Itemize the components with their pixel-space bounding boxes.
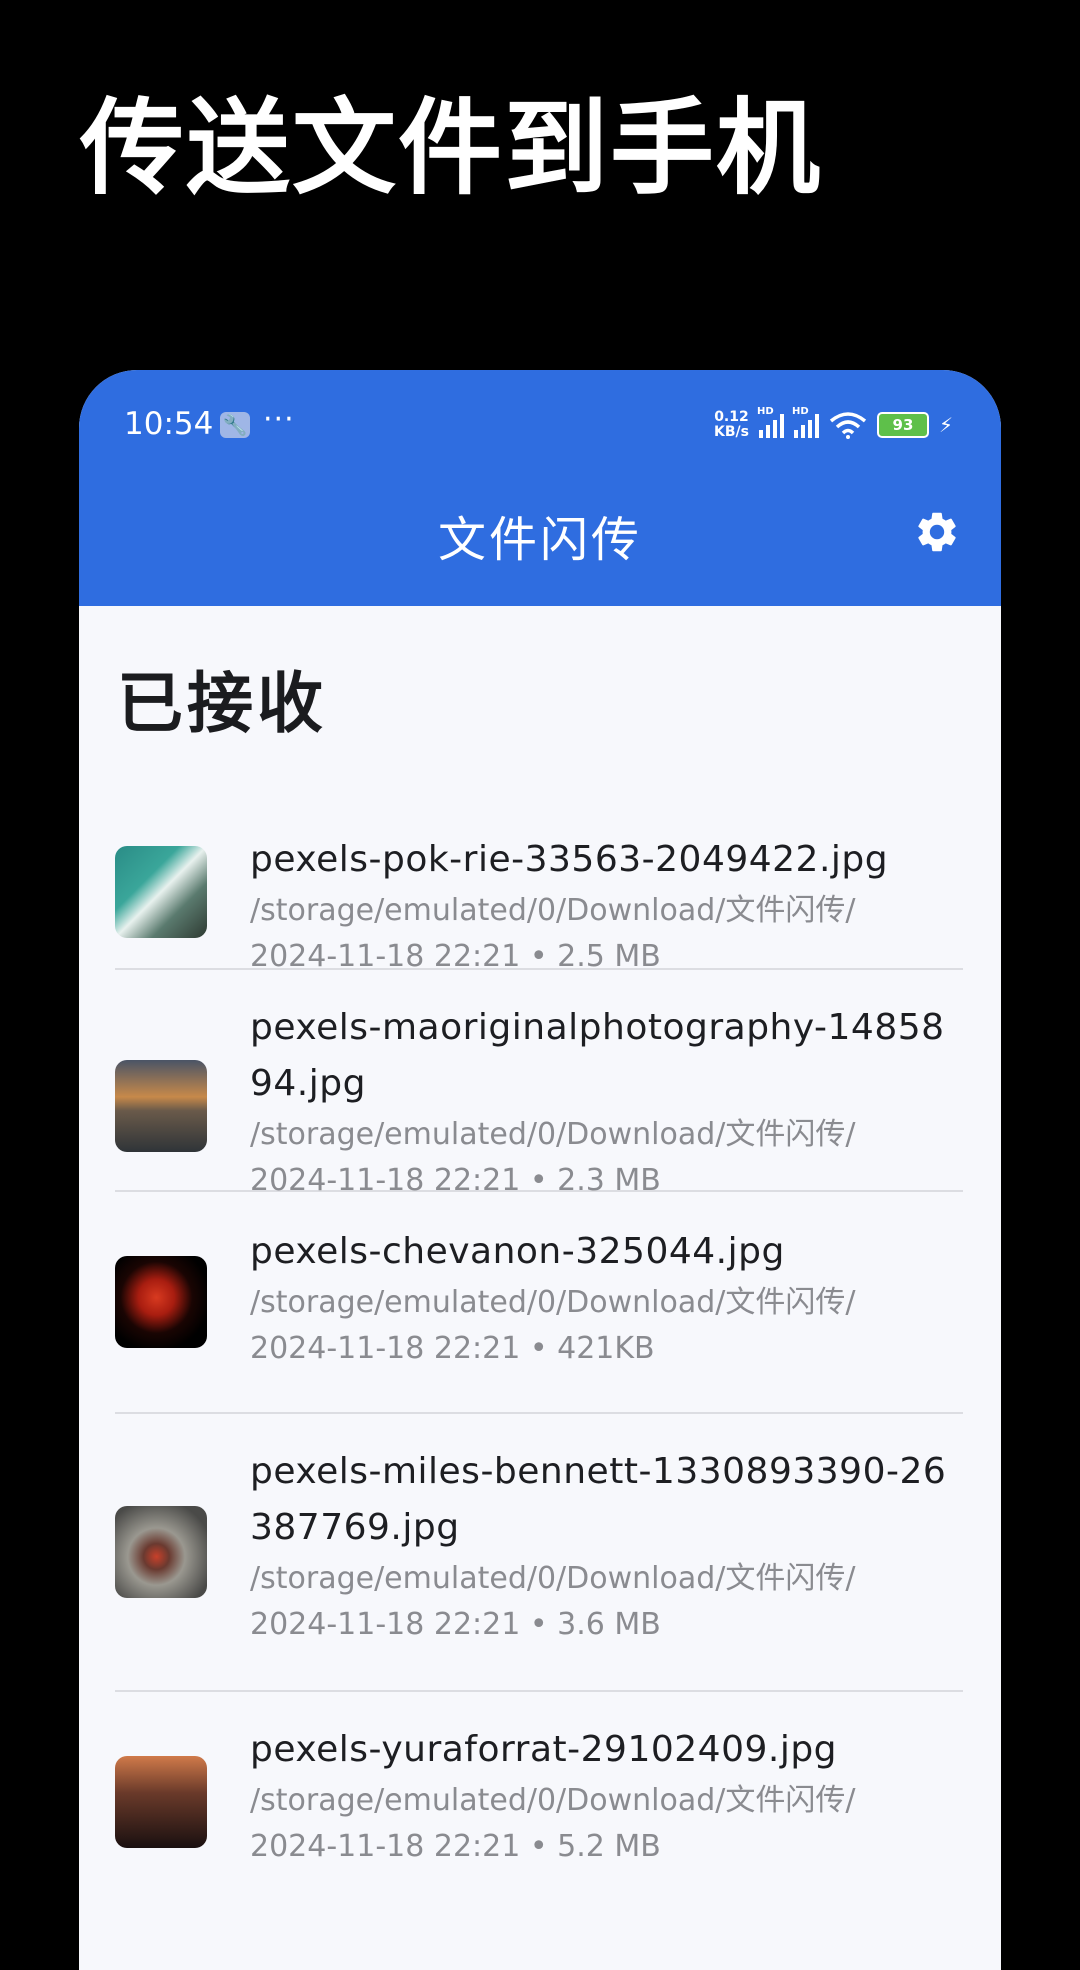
file-meta: 2024-11-18 22:21 • 3.6 MB [250, 1607, 661, 1642]
app-title: 文件闪传 [437, 512, 642, 568]
file-path: /storage/emulated/0/Download/文件闪传/ [250, 893, 856, 928]
file-name: pexels-miles-bennett-1330893390-26387769… [250, 1451, 947, 1548]
file-path: /storage/emulated/0/Download/文件闪传/ [250, 1285, 856, 1320]
file-name: pexels-chevanon-325044.jpg [250, 1231, 785, 1272]
status-time: 10:54 [124, 406, 214, 442]
file-name: pexels-yuraforrat-29102409.jpg [250, 1729, 838, 1770]
list-item[interactable]: pexels-chevanon-325044.jpg /storage/emul… [115, 1192, 963, 1414]
image-thumbnail [115, 1256, 207, 1348]
network-speed: 0.12 KB/s [714, 410, 749, 440]
charging-icon: ⚡ [938, 413, 953, 437]
status-icons: 0.12 KB/s HD HD 93 ⚡ [714, 406, 953, 442]
gear-icon[interactable] [913, 508, 961, 556]
promo-headline: 传送文件到手机 [80, 87, 823, 209]
list-item[interactable]: pexels-yuraforrat-29102409.jpg /storage/… [115, 1692, 963, 1892]
file-path: /storage/emulated/0/Download/文件闪传/ [250, 1117, 856, 1152]
image-thumbnail [115, 846, 207, 938]
battery-icon: 93 [876, 412, 929, 438]
signal-icon-2: HD [792, 406, 819, 438]
hd-label: HD [756, 406, 774, 417]
file-name: pexels-pok-rie-33563-2049422.jpg [250, 839, 889, 880]
more-notifications-icon: ··· [263, 402, 295, 437]
list-item[interactable]: pexels-maoriginalphotography-1485894.jpg… [115, 970, 963, 1198]
file-name: pexels-maoriginalphotography-1485894.jpg [250, 1007, 945, 1104]
signal-icon-1: HD [757, 406, 784, 438]
image-thumbnail [115, 1506, 207, 1598]
section-title: 已接收 [117, 665, 327, 742]
file-meta: 2024-11-18 22:21 • 5.2 MB [250, 1829, 661, 1864]
file-meta: 2024-11-18 22:21 • 421KB [250, 1331, 655, 1366]
hd-label: HD [791, 406, 809, 417]
wifi-icon [829, 412, 867, 439]
file-list: pexels-pok-rie-33563-2049422.jpg /storag… [115, 802, 963, 1892]
phone-screen: 10:54 🔧 ··· 0.12 KB/s HD HD 93 ⚡ 文件闪传 已接… [79, 370, 1001, 1970]
list-item[interactable]: pexels-miles-bennett-1330893390-26387769… [115, 1414, 963, 1692]
list-item[interactable]: pexels-pok-rie-33563-2049422.jpg /storag… [115, 802, 963, 974]
image-thumbnail [115, 1756, 207, 1848]
file-path: /storage/emulated/0/Download/文件闪传/ [250, 1783, 856, 1818]
image-thumbnail [115, 1060, 207, 1152]
network-speed-unit: KB/s [713, 424, 749, 440]
network-speed-value: 0.12 [714, 409, 749, 425]
app-bar: 10:54 🔧 ··· 0.12 KB/s HD HD 93 ⚡ 文件闪传 [79, 370, 1001, 606]
file-path: /storage/emulated/0/Download/文件闪传/ [250, 1561, 856, 1596]
wrench-icon: 🔧 [220, 412, 250, 438]
